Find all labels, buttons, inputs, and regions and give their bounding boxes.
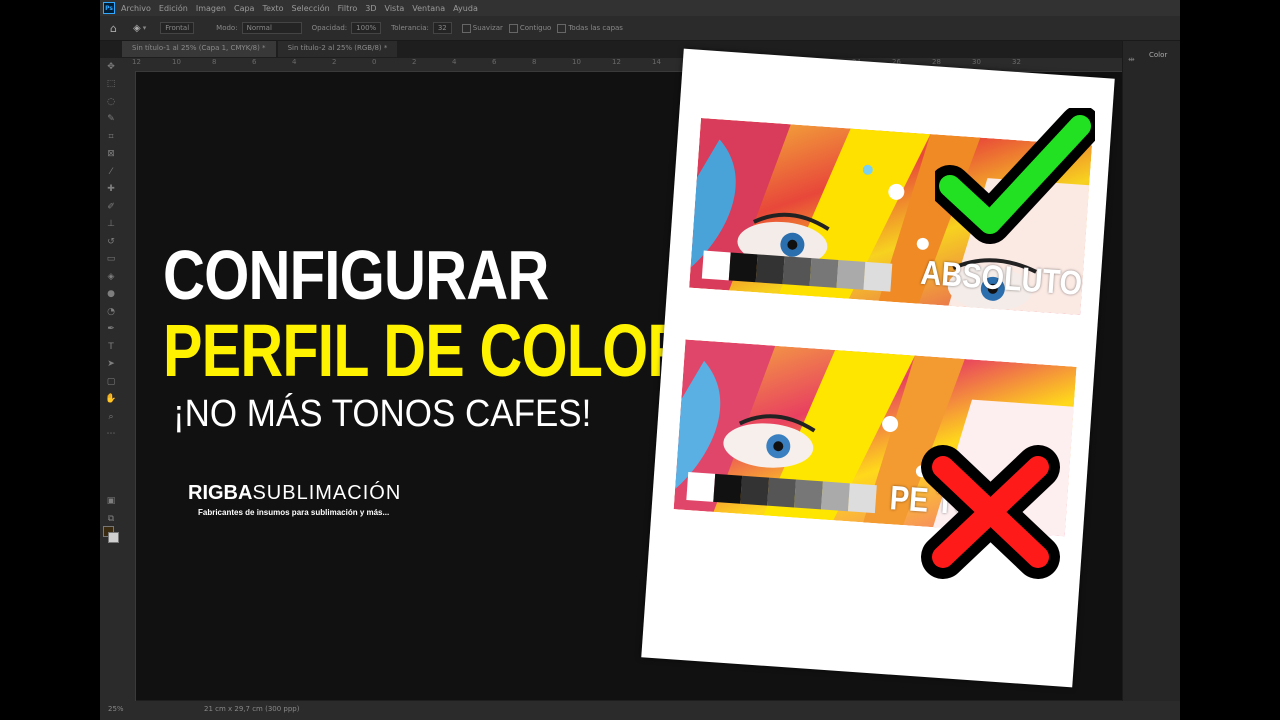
quick-mask-icon[interactable]: ▣ bbox=[100, 492, 122, 510]
headline-line-1: CONFIGURAR bbox=[163, 236, 549, 314]
zoom-level[interactable]: 25% bbox=[108, 705, 124, 713]
all-layers-label: Todas las capas bbox=[568, 24, 623, 32]
fill-source-select[interactable]: Frontal bbox=[160, 22, 195, 34]
document-tabs: Sin título-1 al 25% (Capa 1, CMYK/8) * S… bbox=[122, 41, 399, 57]
brand-name-bold: RIGBA bbox=[188, 482, 253, 504]
pen-tool-icon[interactable]: ✒ bbox=[100, 321, 122, 339]
ruler-mark: 28 bbox=[932, 58, 941, 66]
ruler-mark: 30 bbox=[972, 58, 981, 66]
menu-vista[interactable]: Vista bbox=[385, 4, 405, 13]
path-select-tool-icon[interactable]: ➤ bbox=[100, 356, 122, 374]
zoom-tool-icon[interactable]: ⌕ bbox=[100, 408, 122, 426]
headline-line-2: PERFIL DE COLOR bbox=[163, 309, 690, 392]
quick-select-tool-icon[interactable]: ✎ bbox=[100, 111, 122, 129]
screen-mode-icon[interactable]: ⧉ bbox=[100, 510, 122, 528]
menu-3d[interactable]: 3D bbox=[365, 4, 376, 13]
menu-capa[interactable]: Capa bbox=[234, 4, 254, 13]
paint-bucket-tool-icon[interactable]: ◈ bbox=[100, 268, 122, 286]
menu-seleccion[interactable]: Selección bbox=[292, 4, 330, 13]
chevron-down-icon[interactable]: ▾ bbox=[143, 24, 147, 32]
brush-tool-icon[interactable]: ✐ bbox=[100, 198, 122, 216]
tolerance-label: Tolerancia: bbox=[391, 24, 429, 32]
menu-texto[interactable]: Texto bbox=[262, 4, 283, 13]
shape-tool-icon[interactable]: ▢ bbox=[100, 373, 122, 391]
document-size: 21 cm x 29,7 cm (300 ppp) bbox=[204, 705, 300, 713]
frame-tool-icon[interactable]: ⊠ bbox=[100, 146, 122, 164]
ruler-mark: 14 bbox=[652, 58, 661, 66]
dodge-tool-icon[interactable]: ◔ bbox=[100, 303, 122, 321]
paint-bucket-icon[interactable]: ◈ bbox=[133, 23, 141, 34]
hand-tool-icon[interactable]: ✋ bbox=[100, 391, 122, 409]
panel-collapse-icon[interactable]: ⇹ bbox=[1128, 55, 1142, 67]
ruler-mark: 12 bbox=[132, 58, 141, 66]
smooth-label: Suavizar bbox=[472, 24, 503, 32]
tolerance-input[interactable]: 32 bbox=[432, 22, 452, 34]
eyedropper-tool-icon[interactable]: ⁄ bbox=[100, 163, 122, 181]
contiguous-label: Contiguo bbox=[519, 24, 552, 32]
options-bar: ⌂ ◈ ▾ Frontal Modo: Normal Opacidad: 100… bbox=[100, 16, 1180, 41]
ruler-mark: 32 bbox=[1012, 58, 1021, 66]
opacity-input[interactable]: 100% bbox=[351, 22, 382, 34]
brand-name-light: SUBLIMACIÓN bbox=[252, 482, 402, 504]
ruler-mark: 10 bbox=[572, 58, 581, 66]
healing-brush-icon[interactable]: ✚ bbox=[100, 181, 122, 199]
background-color-swatch[interactable] bbox=[108, 532, 119, 543]
ruler-mark: 4 bbox=[292, 58, 297, 66]
menu-ventana[interactable]: Ventana bbox=[412, 4, 445, 13]
ruler-mark: 12 bbox=[612, 58, 621, 66]
more-tools-icon[interactable]: ⋯ bbox=[100, 426, 122, 444]
menu-edicion[interactable]: Edición bbox=[159, 4, 188, 13]
vertical-ruler bbox=[122, 71, 136, 701]
check-icon bbox=[935, 108, 1095, 244]
menu-archivo[interactable]: Archivo bbox=[121, 4, 151, 13]
color-panel-tab[interactable]: Color bbox=[1149, 51, 1167, 59]
home-icon[interactable]: ⌂ bbox=[110, 22, 117, 35]
marquee-tool-icon[interactable]: ⬚ bbox=[100, 76, 122, 94]
brand-logo: RIGBASUBLIMACIÓN bbox=[188, 483, 401, 503]
menu-ayuda[interactable]: Ayuda bbox=[453, 4, 478, 13]
ruler-mark: 8 bbox=[212, 58, 217, 66]
ruler-mark: 2 bbox=[332, 58, 337, 66]
stamp-tool-icon[interactable]: ⊥ bbox=[100, 216, 122, 234]
lasso-tool-icon[interactable]: ◌ bbox=[100, 93, 122, 111]
mode-label: Modo: bbox=[216, 24, 238, 32]
headline-line-3: ¡NO MÁS TONOS CAFES! bbox=[173, 393, 592, 435]
ruler-mark: 10 bbox=[172, 58, 181, 66]
tab-document-2[interactable]: Sin título-2 al 25% (RGB/8) * bbox=[277, 41, 398, 57]
crop-tool-icon[interactable]: ⌗ bbox=[100, 128, 122, 146]
photoshop-logo: Ps bbox=[103, 2, 115, 14]
brand-tagline: Fabricantes de insumos para sublimación … bbox=[198, 508, 390, 517]
x-icon bbox=[921, 445, 1060, 579]
all-layers-checkbox[interactable] bbox=[557, 23, 567, 33]
eraser-tool-icon[interactable]: ▭ bbox=[100, 251, 122, 269]
type-tool-icon[interactable]: T bbox=[100, 338, 122, 356]
contiguous-checkbox[interactable] bbox=[508, 23, 518, 33]
menu-bar: Ps Archivo Edición Imagen Capa Texto Sel… bbox=[100, 0, 1180, 16]
right-panel: ⇹ Color bbox=[1122, 41, 1180, 720]
opacity-label: Opacidad: bbox=[311, 24, 348, 32]
ruler-mark: 6 bbox=[252, 58, 257, 66]
ruler-mark: 4 bbox=[452, 58, 457, 66]
tab-document-1[interactable]: Sin título-1 al 25% (Capa 1, CMYK/8) * bbox=[122, 41, 276, 57]
status-bar: 25% 21 cm x 29,7 cm (300 ppp) bbox=[100, 701, 1180, 720]
ruler-mark: 2 bbox=[412, 58, 417, 66]
tools-panel: ✥ ⬚ ◌ ✎ ⌗ ⊠ ⁄ ✚ ✐ ⊥ ↺ ▭ ◈ ● ◔ ✒ T ➤ ▢ ✋ … bbox=[100, 58, 122, 708]
menu-imagen[interactable]: Imagen bbox=[196, 4, 226, 13]
ruler-mark: 0 bbox=[372, 58, 377, 66]
ruler-mark: 6 bbox=[492, 58, 497, 66]
history-brush-icon[interactable]: ↺ bbox=[100, 233, 122, 251]
mode-select[interactable]: Normal bbox=[241, 22, 302, 34]
move-tool-icon[interactable]: ✥ bbox=[100, 58, 122, 76]
blur-tool-icon[interactable]: ● bbox=[100, 286, 122, 304]
smooth-checkbox[interactable] bbox=[461, 23, 471, 33]
menu-filtro[interactable]: Filtro bbox=[338, 4, 358, 13]
ruler-mark: 8 bbox=[532, 58, 537, 66]
